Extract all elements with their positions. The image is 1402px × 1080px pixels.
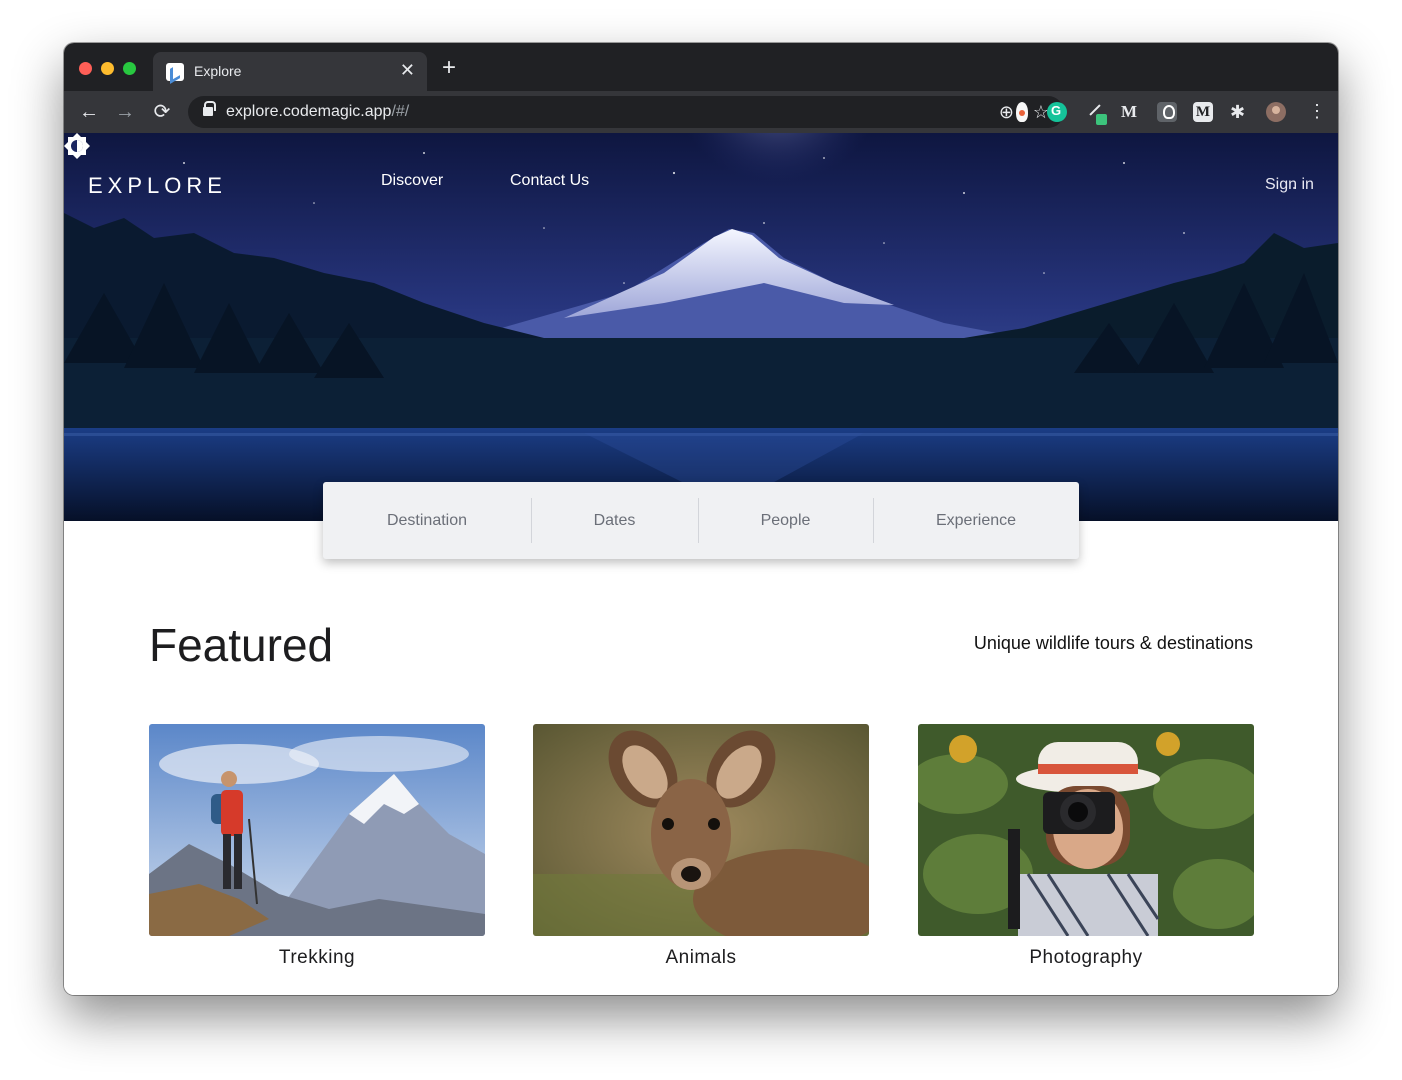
url-path: /#/ [391,103,410,120]
people-field[interactable]: People [698,482,873,559]
extension-icon[interactable] [1016,102,1028,122]
brand-logo[interactable]: EXPLORE [88,173,227,199]
brightness-toggle-icon[interactable] [64,133,90,159]
dates-field[interactable]: Dates [531,482,698,559]
divider [698,498,699,543]
lightbulb-extension-icon[interactable] [1157,102,1177,122]
search-bar: Destination Dates People Experience [323,482,1079,559]
divider [873,498,874,543]
featured-subtitle: Unique wildlife tours & destinations [973,633,1253,653]
divider [531,498,532,543]
hero-banner: EXPLORE Discover Contact Us Sign in [64,133,1338,521]
card-trekking[interactable]: Trekking [149,724,485,969]
address-bar[interactable]: explore.codemagic.app/#/ ⊕ ☆ [188,96,1064,128]
card-label: Photography [1029,947,1143,968]
mountain-lake-night-image [64,133,1338,521]
tab-title: Explore [194,63,242,79]
photographer-photo[interactable] [918,724,1254,936]
url-text[interactable]: explore.codemagic.app/#/ [226,103,409,121]
browser-menu-icon[interactable]: ⋮ [1308,101,1326,121]
medium-alt-extension-icon[interactable]: M [1193,102,1213,122]
lock-icon[interactable] [203,101,216,116]
deer-photo[interactable] [533,724,869,936]
browser-tab-explore[interactable]: Explore ✕ [153,52,427,91]
close-window-button[interactable] [79,62,92,75]
grammarly-extension-icon[interactable] [1047,102,1067,122]
reload-icon[interactable]: ⟳ [149,99,175,125]
pen-extension-icon[interactable] [1084,102,1107,125]
profile-avatar[interactable] [1266,102,1286,122]
sign-in-link[interactable]: Sign in [1265,176,1314,194]
destination-field[interactable]: Destination [323,482,531,559]
flutter-favicon-icon [166,63,184,81]
forward-arrow-icon[interactable]: → [112,99,138,125]
url-host: explore.codemagic.app [226,103,392,120]
nav-discover-link[interactable]: Discover [381,172,443,190]
tab-close-icon[interactable]: ✕ [400,60,415,80]
browser-window: Explore ✕ + ← → ⟳ explore.codemagic.app/… [64,43,1338,995]
featured-title: Featured [149,619,334,671]
card-animals[interactable]: Animals [533,724,869,969]
minimize-window-button[interactable] [101,62,114,75]
browser-toolbar: ← → ⟳ explore.codemagic.app/#/ ⊕ ☆ M M ✱… [64,91,1338,133]
medium-extension-icon[interactable]: M [1121,102,1141,122]
card-photography[interactable]: Photography [918,724,1254,969]
card-label: Trekking [278,947,356,968]
back-arrow-icon[interactable]: ← [76,99,102,125]
new-tab-button[interactable]: + [442,56,456,80]
extensions-puzzle-icon[interactable]: ✱ [1230,102,1250,122]
hiker-mountains-photo[interactable] [149,724,485,936]
maximize-window-button[interactable] [123,62,136,75]
web-page: EXPLORE Discover Contact Us Sign in Dest… [64,133,1338,995]
card-label: Animals [665,947,737,968]
experience-field[interactable]: Experience [873,482,1079,559]
nav-contact-link[interactable]: Contact Us [510,172,589,190]
install-app-icon[interactable]: ⊕ [999,100,1014,124]
browser-titlebar: Explore ✕ + [64,43,1338,91]
